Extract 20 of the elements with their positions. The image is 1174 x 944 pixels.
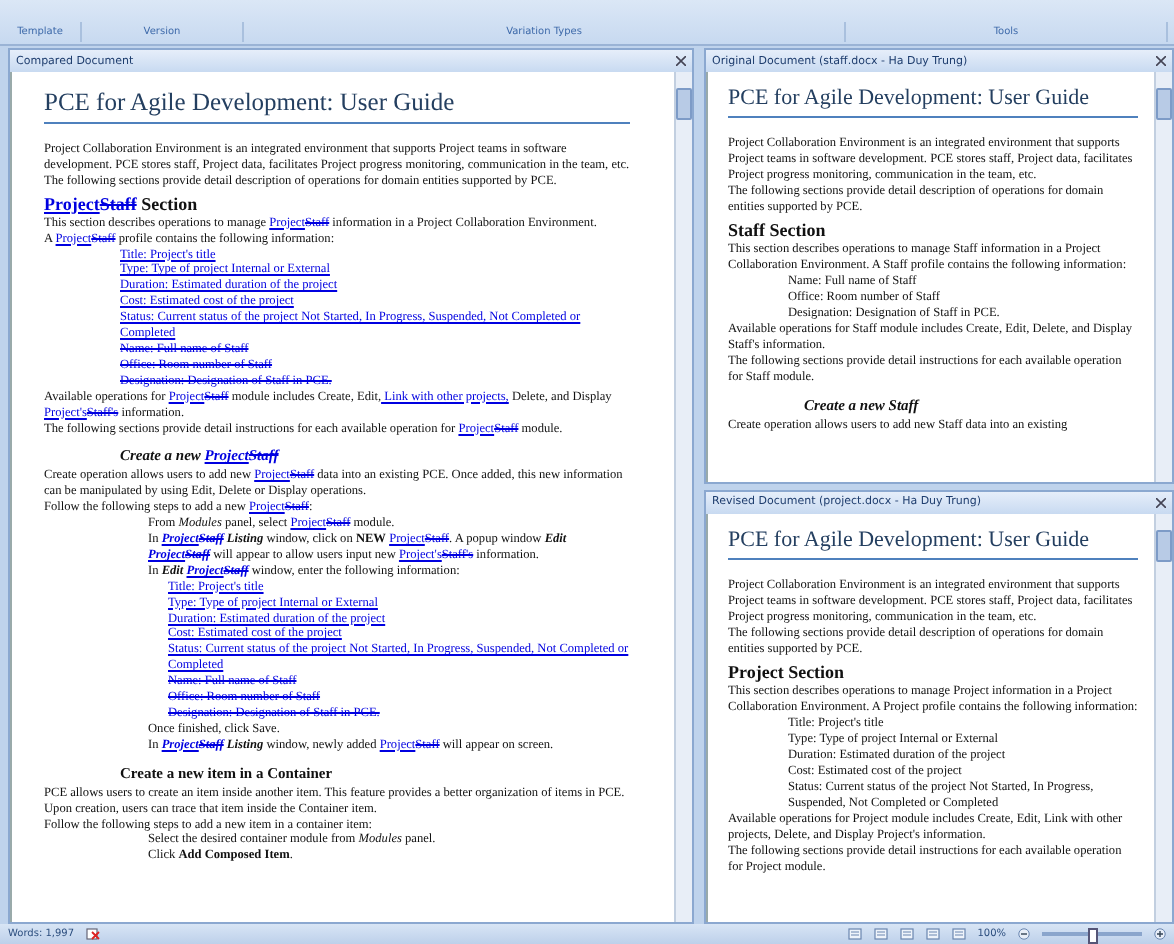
scrollbar[interactable] bbox=[674, 72, 692, 922]
section-heading: Project Section bbox=[728, 661, 847, 683]
scrollbar[interactable] bbox=[1154, 72, 1172, 481]
view-icon[interactable] bbox=[925, 928, 940, 940]
document-title: PCE for Agile Development: User Guide bbox=[44, 86, 630, 124]
view-icon[interactable] bbox=[873, 928, 888, 940]
document-title: PCE for Agile Development: User Guide bbox=[728, 84, 1138, 118]
zoom-in-icon[interactable] bbox=[1154, 928, 1166, 940]
scrollbar[interactable] bbox=[1154, 513, 1172, 922]
section-heading: ProjectStaff Section bbox=[44, 193, 200, 216]
section-heading: Staff Section bbox=[728, 220, 828, 242]
view-icon[interactable] bbox=[899, 928, 914, 940]
proofing-icon[interactable] bbox=[86, 928, 101, 940]
close-icon[interactable] bbox=[1156, 497, 1166, 507]
close-icon[interactable] bbox=[676, 56, 686, 66]
zoom-out-icon[interactable] bbox=[1018, 928, 1030, 940]
view-icon[interactable] bbox=[951, 928, 966, 940]
document-title: PCE for Agile Development: User Guide bbox=[728, 525, 1138, 559]
close-icon[interactable] bbox=[1156, 56, 1166, 66]
view-icon[interactable] bbox=[847, 928, 862, 940]
